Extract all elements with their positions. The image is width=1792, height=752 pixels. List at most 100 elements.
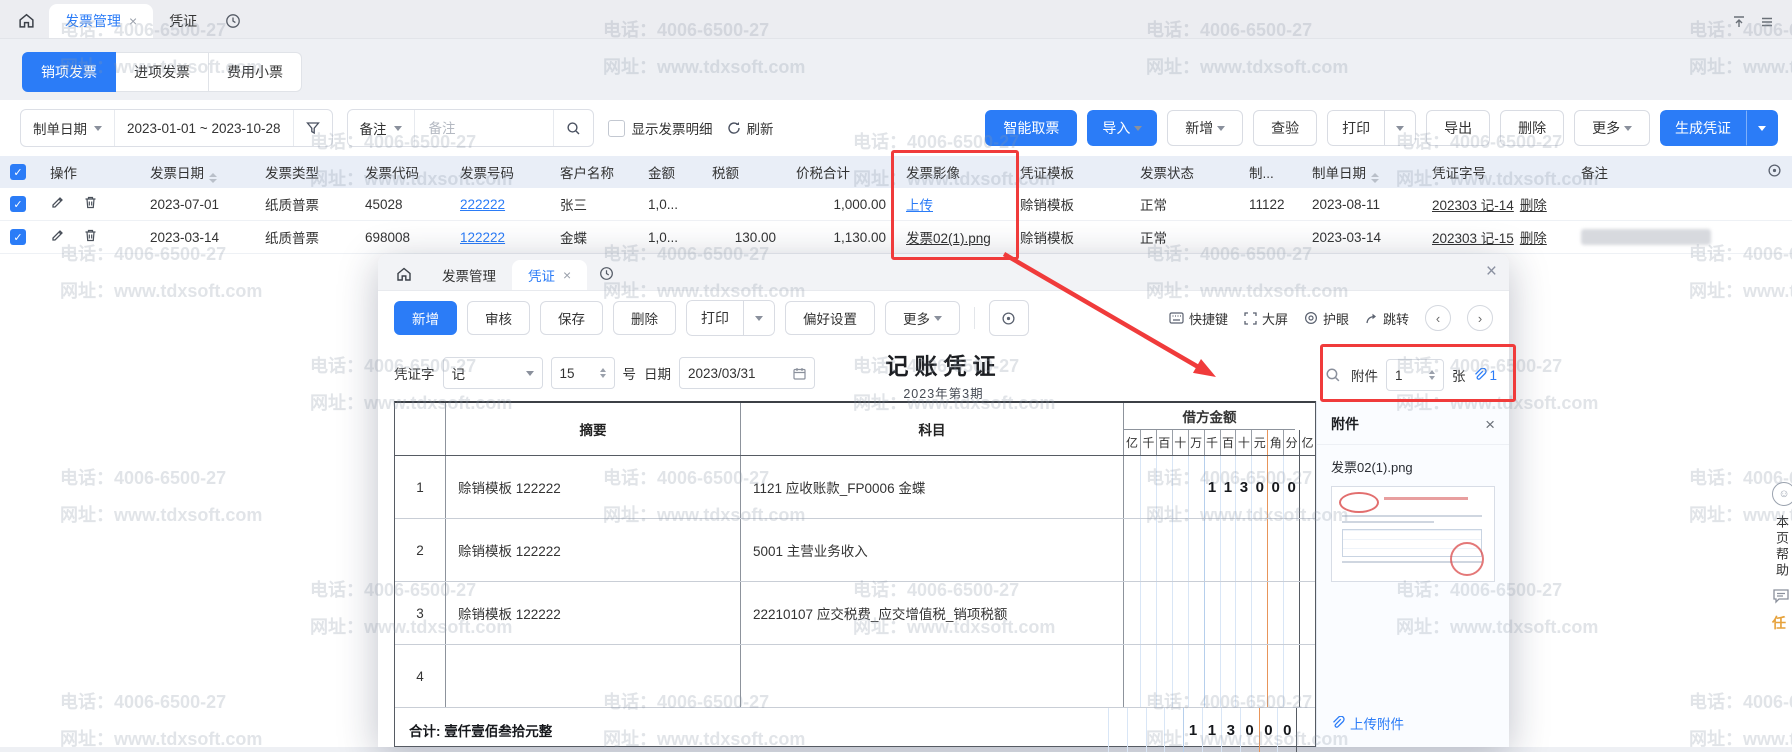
- gear-icon[interactable]: [1767, 163, 1782, 178]
- voucher-no-link[interactable]: 202303 记-15: [1432, 231, 1514, 246]
- voucher-row[interactable]: 3 赊销模板 122222 22210107 应交税费_应交增值税_销项税额: [395, 582, 1315, 645]
- tab-expense-receipt[interactable]: 费用小票: [209, 52, 302, 92]
- assistant-icon[interactable]: ☺: [1772, 482, 1792, 506]
- history-clock-icon[interactable]: [225, 13, 241, 29]
- stepper-arrows-icon[interactable]: [1429, 370, 1435, 380]
- preference-button[interactable]: 偏好设置: [785, 301, 875, 335]
- generate-voucher-button[interactable]: 生成凭证: [1660, 110, 1746, 146]
- debit-amount-cell[interactable]: [1124, 582, 1315, 644]
- next-voucher-button[interactable]: ›: [1467, 305, 1493, 331]
- voucher-delete-link[interactable]: 删除: [1520, 231, 1547, 246]
- summary-cell[interactable]: 赊销模板 122222: [445, 582, 740, 644]
- more-button[interactable]: 更多: [1574, 110, 1650, 146]
- header-invoice-date[interactable]: 发票日期: [140, 156, 255, 188]
- eye-care-button[interactable]: 护眼: [1304, 309, 1349, 328]
- table-row[interactable]: ✓ 2023-07-01 纸质普票 45028 222222 张三 1,0...…: [0, 188, 1792, 221]
- voucher-date-input[interactable]: 2023/03/31: [679, 357, 815, 389]
- subject-cell[interactable]: 5001 主营业务收入: [740, 519, 1123, 581]
- prev-voucher-button[interactable]: ‹: [1425, 305, 1451, 331]
- fullscreen-button[interactable]: 大屏: [1244, 309, 1288, 328]
- chat-bubble-icon[interactable]: [1772, 588, 1790, 604]
- edit-icon[interactable]: [50, 228, 65, 243]
- date-field-select[interactable]: 制单日期: [21, 110, 114, 146]
- stepper-arrows-icon[interactable]: [600, 368, 606, 378]
- delete-icon[interactable]: [83, 195, 98, 210]
- voucher-row[interactable]: 4: [395, 645, 1315, 708]
- voucher-more-button[interactable]: 更多: [885, 301, 960, 335]
- invoice-number-link[interactable]: 222222: [460, 197, 505, 212]
- row-checkbox[interactable]: ✓: [10, 196, 26, 212]
- modal-tab-invoice[interactable]: 发票管理: [426, 260, 512, 290]
- remark-field-select[interactable]: 备注: [348, 110, 414, 146]
- tab-voucher[interactable]: 凭证: [153, 4, 213, 38]
- invoice-image-link[interactable]: 发票02(1).png: [906, 231, 991, 246]
- smart-fetch-button[interactable]: 智能取票: [985, 110, 1077, 146]
- invoice-number-link[interactable]: 122222: [460, 230, 505, 245]
- table-row[interactable]: ✓ 2023-03-14 纸质普票 698008 122222 金蝶 1,0..…: [0, 221, 1792, 254]
- verify-button[interactable]: 查验: [1253, 110, 1317, 146]
- generate-voucher-dropdown[interactable]: [1746, 110, 1778, 146]
- search-icon[interactable]: [1325, 367, 1341, 383]
- voucher-save-button[interactable]: 保存: [540, 301, 603, 335]
- debit-amount-cell[interactable]: [1124, 519, 1315, 581]
- header-make-date[interactable]: 制单日期: [1302, 156, 1422, 188]
- menu-icon[interactable]: [1760, 15, 1774, 29]
- delete-button[interactable]: 删除: [1500, 110, 1564, 146]
- search-icon[interactable]: [553, 110, 593, 146]
- delete-icon[interactable]: [83, 228, 98, 243]
- edit-icon[interactable]: [50, 195, 65, 210]
- refresh-button[interactable]: 刷新: [727, 118, 774, 138]
- attachment-paperclip-link[interactable]: 1: [1473, 368, 1497, 383]
- modal-close-icon[interactable]: ×: [1486, 262, 1497, 281]
- home-icon[interactable]: [18, 12, 35, 29]
- print-dropdown[interactable]: [1385, 110, 1416, 146]
- attachment-count-stepper[interactable]: 1: [1386, 359, 1444, 391]
- upload-image-link[interactable]: 上传: [906, 198, 933, 213]
- debit-amount-cell[interactable]: [1124, 645, 1315, 707]
- voucher-settings-button[interactable]: [989, 300, 1029, 336]
- add-button[interactable]: 新增: [1167, 110, 1243, 146]
- upload-attachment-link[interactable]: 上传附件: [1331, 713, 1404, 733]
- show-invoice-detail-checkbox[interactable]: 显示发票明细: [608, 118, 713, 138]
- tab-invoice-management[interactable]: 发票管理 ×: [49, 4, 153, 38]
- print-button[interactable]: 打印: [1327, 110, 1385, 146]
- attachment-file-name[interactable]: 发票02(1).png: [1317, 445, 1509, 476]
- summary-cell[interactable]: 赊销模板 122222: [445, 456, 740, 518]
- subject-cell[interactable]: [740, 645, 1123, 707]
- close-icon[interactable]: ×: [1485, 416, 1495, 433]
- voucher-audit-button[interactable]: 审核: [467, 301, 530, 335]
- voucher-delete-button[interactable]: 删除: [613, 301, 676, 335]
- task-badge[interactable]: 任: [1772, 613, 1786, 633]
- debit-amount-cell[interactable]: 113000: [1124, 456, 1315, 518]
- voucher-print-button[interactable]: 打印: [686, 300, 744, 336]
- voucher-print-dropdown[interactable]: [744, 300, 775, 336]
- voucher-no-link[interactable]: 202303 记-14: [1432, 198, 1514, 213]
- attachment-thumbnail[interactable]: [1331, 486, 1495, 582]
- remark-search-input[interactable]: [427, 120, 541, 137]
- history-clock-icon[interactable]: [599, 266, 614, 281]
- voucher-word-select[interactable]: 记: [443, 357, 543, 389]
- voucher-number-stepper[interactable]: 15: [551, 357, 615, 389]
- voucher-row[interactable]: 1 赊销模板 122222 1121 应收账款_FP0006 金蝶 113000: [395, 456, 1315, 519]
- date-range-input[interactable]: 2023-01-01 ~ 2023-10-28: [114, 110, 293, 146]
- tab-sales-invoice[interactable]: 销项发票: [22, 52, 116, 92]
- voucher-row[interactable]: 2 赊销模板 122222 5001 主营业务收入: [395, 519, 1315, 582]
- close-tab-icon[interactable]: ×: [129, 14, 137, 28]
- subject-cell[interactable]: 22210107 应交税费_应交增值税_销项税额: [740, 582, 1123, 644]
- subject-cell[interactable]: 1121 应收账款_FP0006 金蝶: [740, 456, 1123, 518]
- funnel-filter-icon[interactable]: [293, 110, 332, 146]
- jump-button[interactable]: 跳转: [1365, 309, 1409, 328]
- modal-tab-voucher[interactable]: 凭证×: [512, 260, 587, 290]
- summary-cell[interactable]: [445, 645, 740, 707]
- close-tab-icon[interactable]: ×: [563, 268, 571, 282]
- collapse-up-icon[interactable]: [1732, 15, 1746, 29]
- export-button[interactable]: 导出: [1426, 110, 1490, 146]
- select-all-checkbox[interactable]: ✓: [10, 164, 26, 180]
- shortcut-keys-button[interactable]: 快捷键: [1169, 309, 1228, 328]
- home-icon[interactable]: [396, 266, 412, 282]
- row-checkbox[interactable]: ✓: [10, 229, 26, 245]
- summary-cell[interactable]: 赊销模板 122222: [445, 519, 740, 581]
- page-help-button[interactable]: 本页帮助: [1772, 515, 1791, 579]
- tab-purchase-invoice[interactable]: 进项发票: [116, 52, 209, 92]
- import-button[interactable]: 导入: [1087, 110, 1157, 146]
